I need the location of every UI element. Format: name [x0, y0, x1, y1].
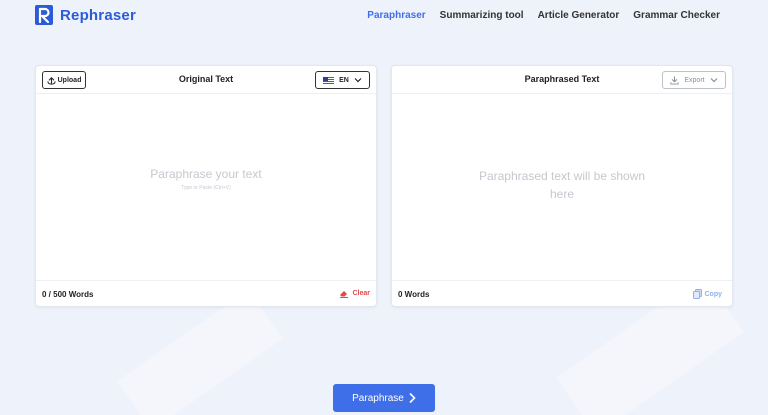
original-text-input[interactable]: Paraphrase your text Type or Paste (Ctrl…: [36, 95, 376, 280]
paraphrase-label: Paraphrase: [352, 392, 404, 404]
export-button[interactable]: Export: [662, 71, 726, 89]
nav-article-generator[interactable]: Article Generator: [538, 10, 620, 21]
original-text-panel: Upload Original Text EN Paraphrase your …: [35, 65, 377, 307]
language-label: EN: [339, 76, 349, 84]
language-select[interactable]: EN: [315, 71, 370, 89]
paraphrased-text-panel: Paraphrased Text Export Paraphrased text…: [391, 65, 733, 307]
copy-button[interactable]: Copy: [692, 289, 723, 299]
header: Rephraser Paraphraser Summarizing tool A…: [0, 0, 768, 32]
chevron-right-icon: [409, 393, 416, 403]
chevron-down-icon: [710, 78, 718, 83]
paraphrase-button[interactable]: Paraphrase: [333, 384, 435, 412]
background-shape: [117, 289, 283, 415]
main-nav: Paraphraser Summarizing tool Article Gen…: [367, 10, 720, 21]
clear-label: Clear: [352, 290, 370, 297]
nav-paraphraser[interactable]: Paraphraser: [367, 10, 425, 21]
word-count: 0 Words: [398, 290, 430, 299]
paraphrased-text-output: Paraphrased text will be shown here: [392, 95, 732, 280]
download-icon: [670, 75, 679, 85]
copy-icon: [692, 289, 702, 299]
panel-footer: 0 / 500 Words Clear: [36, 280, 376, 306]
clear-button[interactable]: Clear: [339, 289, 370, 298]
placeholder-hint: Type or Paste (Ctrl+V): [181, 185, 231, 191]
panel-header: Paraphrased Text Export: [392, 66, 732, 94]
nav-grammar-checker[interactable]: Grammar Checker: [633, 10, 720, 21]
nav-summarizing-tool[interactable]: Summarizing tool: [440, 10, 524, 21]
us-flag-icon: [323, 76, 335, 84]
logo[interactable]: Rephraser: [34, 4, 136, 26]
export-label: Export: [684, 76, 705, 84]
brand-name: Rephraser: [60, 6, 137, 24]
output-placeholder: Paraphrased text will be shown here: [478, 169, 646, 201]
copy-label: Copy: [704, 290, 723, 298]
chevron-down-icon: [354, 78, 362, 83]
panel-footer: 0 Words Copy: [392, 280, 732, 306]
word-count: 0 / 500 Words: [42, 290, 94, 299]
eraser-icon: [340, 291, 349, 298]
logo-icon: [35, 5, 53, 25]
placeholder-main: Paraphrase your text: [150, 167, 262, 181]
panel-header: Upload Original Text EN: [36, 66, 376, 94]
